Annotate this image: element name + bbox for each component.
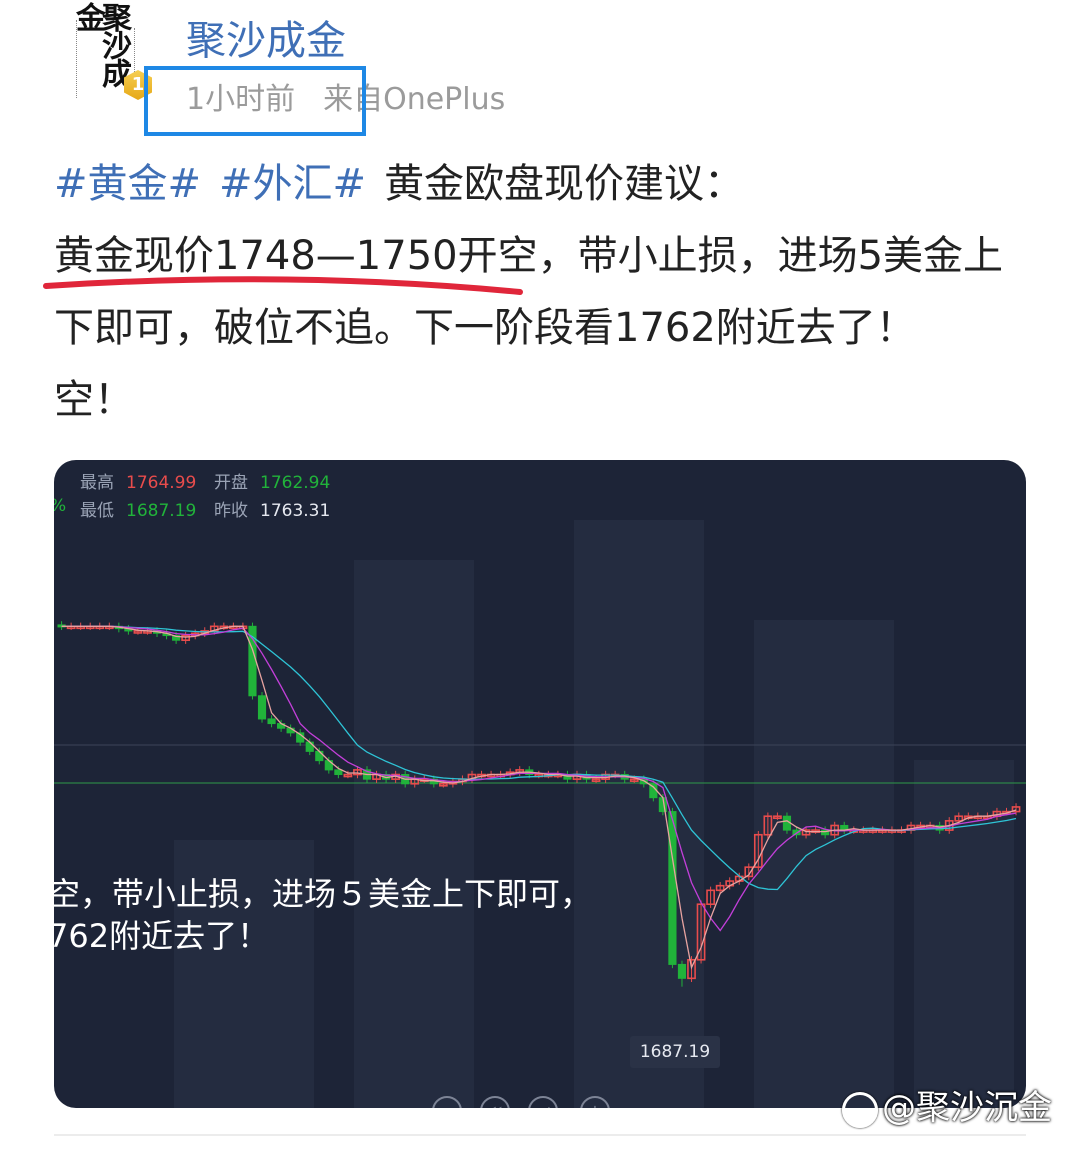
chart-background-buildings <box>174 520 1014 1108</box>
stat-low-label: 最低 <box>80 501 114 521</box>
stat-low: 最低 1687.19 <box>80 496 196 521</box>
stat-prev-close-value: 1763.31 <box>260 501 331 521</box>
candle-down <box>668 811 677 965</box>
candlestick-chart <box>54 520 1026 1108</box>
background-building <box>754 620 894 1108</box>
candle-down <box>257 695 267 720</box>
overlay-text-line-2: 762附近去了！ <box>54 917 270 955</box>
highlight-box <box>144 66 366 136</box>
stat-high-label: 最高 <box>80 473 114 493</box>
stat-open: 开盘 1762.94 <box>214 468 330 493</box>
avatar-calligraphy: 聚沙成金 <box>70 2 131 86</box>
username[interactable]: 聚沙成金 <box>186 8 346 66</box>
candle-down <box>267 718 276 725</box>
content-line-4: 空！ <box>54 377 134 423</box>
stat-prev-close-label: 昨收 <box>214 501 248 521</box>
stat-prev-close: 昨收 1763.31 <box>214 496 330 521</box>
hashtag-gold[interactable]: #黄金# <box>54 161 201 207</box>
hashtag-forex[interactable]: #外汇# <box>219 161 366 207</box>
candle-down <box>677 963 687 979</box>
avatar-side-inscription <box>76 20 85 98</box>
candle-down <box>334 769 343 776</box>
watermark-text: @聚沙沉金 <box>882 1088 1052 1128</box>
divider <box>54 1134 1026 1136</box>
watermark: @聚沙沉金 <box>842 1080 1052 1129</box>
candle-down <box>305 741 314 752</box>
content-line-2-rest: ，带小止损，进场5美金上 <box>537 233 1004 279</box>
overlay-text-line-1: 空，带小止损，进场５美金上下即可， <box>54 875 593 913</box>
stat-pct-fragment: % <box>54 496 66 516</box>
background-building <box>354 560 474 1108</box>
stat-open-value: 1762.94 <box>260 473 331 493</box>
content-line-1: #黄金# #外汇# 黄金欧盘现价建议： <box>54 148 1044 220</box>
stat-high: 最高 1764.99 <box>80 468 196 493</box>
content-heading: 黄金欧盘现价建议： <box>384 161 745 207</box>
chart-image[interactable]: 最高 1764.99 开盘 1762.94 % 最低 1687.19 昨收 1763.3… <box>54 460 1026 1108</box>
stat-low-value: 1687.19 <box>126 501 197 521</box>
stat-high-value: 1764.99 <box>126 473 197 493</box>
stat-open-label: 开盘 <box>214 473 248 493</box>
background-building <box>574 520 704 1108</box>
candle-down <box>315 750 324 762</box>
content-line-3: 下即可，破位不追。下一阶段看1762附近去了！ <box>54 305 916 351</box>
weibo-logo-icon <box>842 1091 878 1128</box>
red-underline <box>43 276 523 295</box>
low-price-label: 1687.19 <box>630 1036 720 1068</box>
